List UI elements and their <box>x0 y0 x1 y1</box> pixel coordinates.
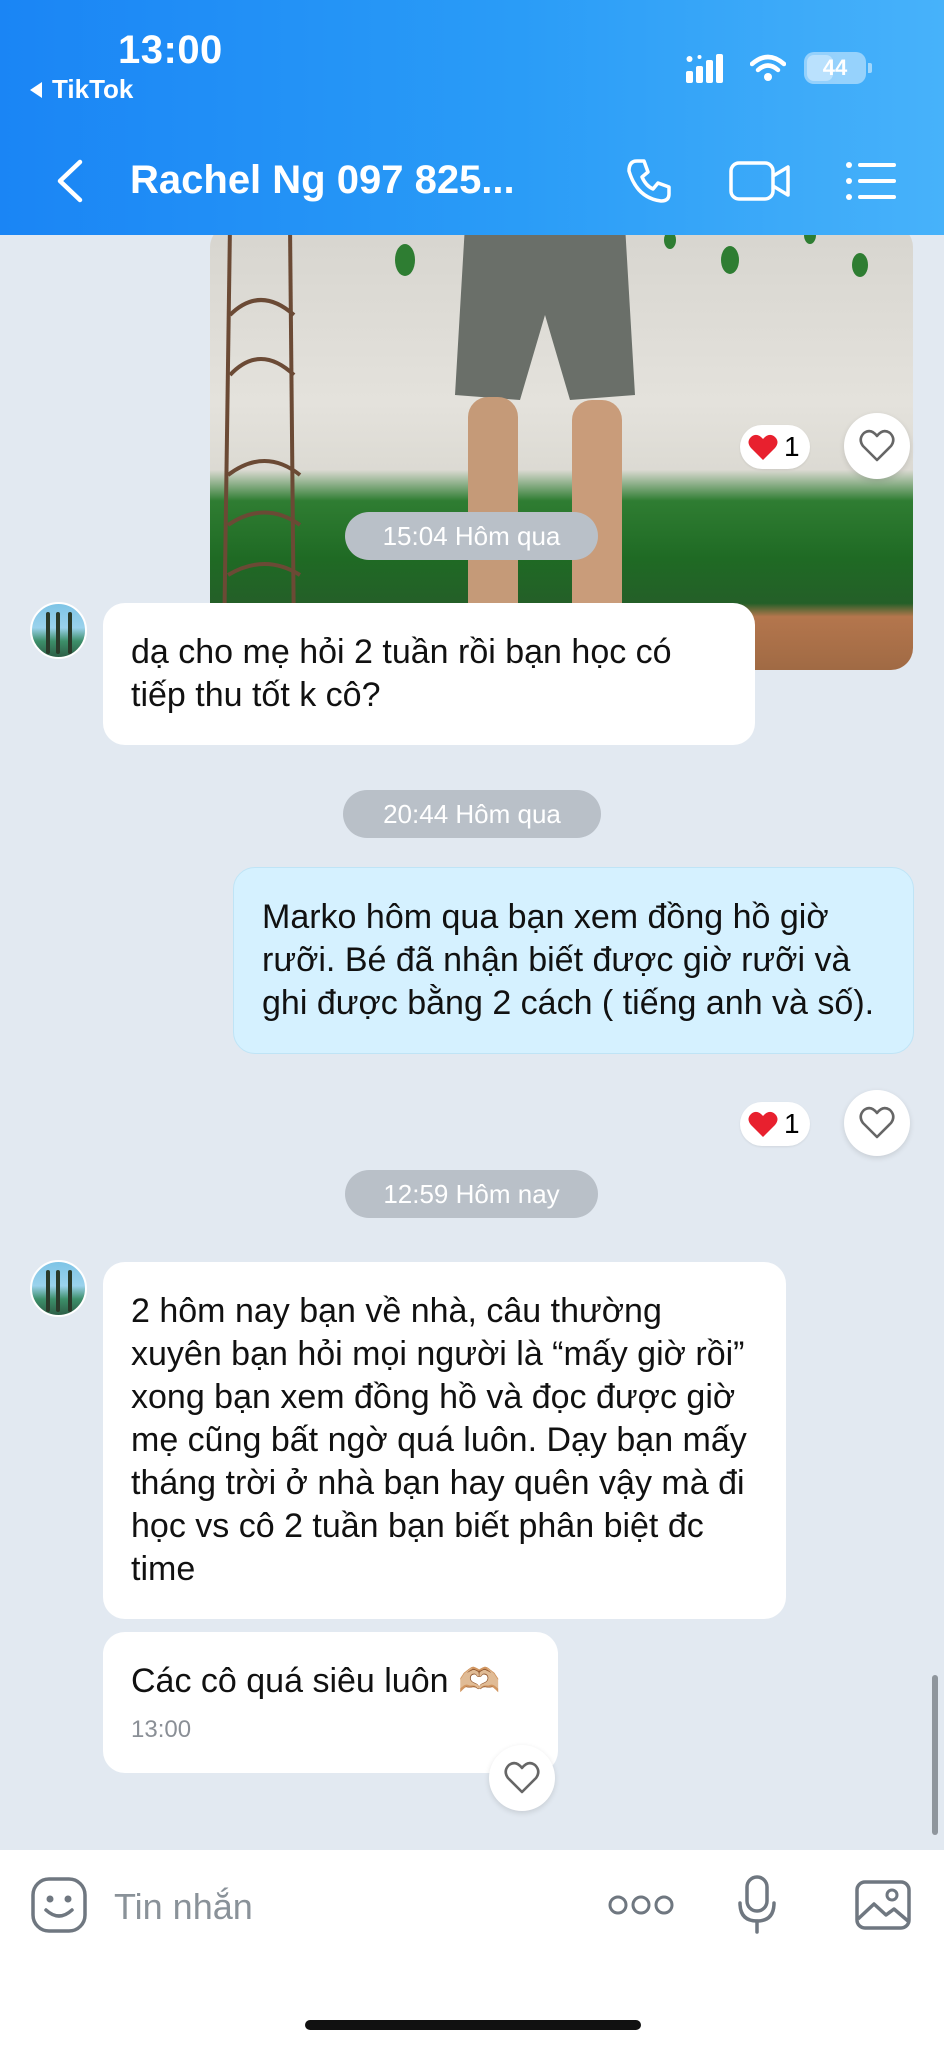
message-text: dạ cho mẹ hỏi 2 tuần rồi bạn học có tiếp… <box>131 633 672 714</box>
contact-avatar[interactable] <box>30 1260 87 1317</box>
reaction-badge[interactable]: 1 <box>740 1102 810 1146</box>
signal-icon <box>686 54 723 83</box>
message-text: 2 hôm nay bạn về nhà, câu thường xuyên b… <box>131 1292 747 1588</box>
battery-level: 44 <box>822 55 848 80</box>
contact-name[interactable]: Rachel Ng 097 825... <box>130 158 515 203</box>
status-icons: 44 <box>686 52 872 84</box>
timestamp-divider: 20:44 Hôm qua <box>343 790 601 838</box>
react-button[interactable] <box>844 1090 910 1156</box>
heart-outline-icon <box>504 1761 540 1794</box>
timestamp-divider: 15:04 Hôm qua <box>345 512 598 560</box>
reaction-count: 1 <box>784 1108 800 1139</box>
back-app-label: TikTok <box>52 74 134 104</box>
more-dots-icon <box>608 1895 674 1915</box>
react-button[interactable] <box>489 1745 555 1811</box>
voice-call-button[interactable] <box>620 155 678 207</box>
wifi-icon <box>750 54 786 81</box>
phone-icon <box>627 159 671 203</box>
list-menu-icon <box>846 162 896 200</box>
microphone-icon <box>738 1875 776 1934</box>
status-time: 13:00 <box>118 28 223 72</box>
incoming-message[interactable]: Các cô quá siêu luôn 🫶🏼 13:00 <box>103 1632 558 1773</box>
heart-outline-icon <box>859 1106 895 1139</box>
outgoing-message[interactable]: Marko hôm qua bạn xem đồng hồ giờ rưỡi. … <box>233 867 914 1054</box>
sticker-button[interactable] <box>28 1874 90 1936</box>
contact-avatar[interactable] <box>30 602 87 659</box>
timestamp-divider: 12:59 Hôm nay <box>345 1170 598 1218</box>
back-triangle-icon <box>30 81 42 98</box>
video-call-button[interactable] <box>728 155 792 207</box>
red-heart-icon <box>748 1111 778 1137</box>
message-input-bar: Tin nhắn <box>0 1850 944 2048</box>
scrollbar[interactable] <box>932 1675 938 1835</box>
menu-button[interactable] <box>842 155 900 207</box>
react-button[interactable] <box>844 413 910 479</box>
voice-message-button[interactable] <box>734 1874 780 1936</box>
incoming-message[interactable]: dạ cho mẹ hỏi 2 tuần rồi bạn học có tiếp… <box>103 603 755 745</box>
chat-header: 13:00 TikTok 44 Rachel Ng 097 825... <box>0 0 944 235</box>
back-to-app-link[interactable]: TikTok <box>30 74 133 105</box>
reaction-count: 1 <box>784 431 800 462</box>
message-text: Marko hôm qua bạn xem đồng hồ giờ rưỡi. … <box>262 898 875 1022</box>
more-options-button[interactable] <box>608 1874 674 1936</box>
reaction-badge[interactable]: 1 <box>740 425 810 469</box>
home-indicator[interactable] <box>305 2020 641 2030</box>
image-icon <box>855 1880 911 1930</box>
message-input[interactable]: Tin nhắn <box>114 1886 253 1928</box>
message-time: 13:00 <box>131 1716 192 1743</box>
back-arrow-icon[interactable] <box>52 158 88 204</box>
message-list[interactable]: 1 15:04 Hôm qua dạ cho mẹ hỏi 2 tuần rồi… <box>0 235 944 1850</box>
image-picker-button[interactable] <box>852 1874 914 1936</box>
heart-outline-icon <box>859 429 895 462</box>
red-heart-icon <box>748 434 778 460</box>
video-camera-icon <box>729 161 790 201</box>
smiley-sticker-icon <box>31 1877 87 1933</box>
message-text: Các cô quá siêu luôn 🫶🏼 <box>131 1662 501 1700</box>
battery-icon: 44 <box>804 52 872 84</box>
incoming-message[interactable]: 2 hôm nay bạn về nhà, câu thường xuyên b… <box>103 1262 786 1619</box>
